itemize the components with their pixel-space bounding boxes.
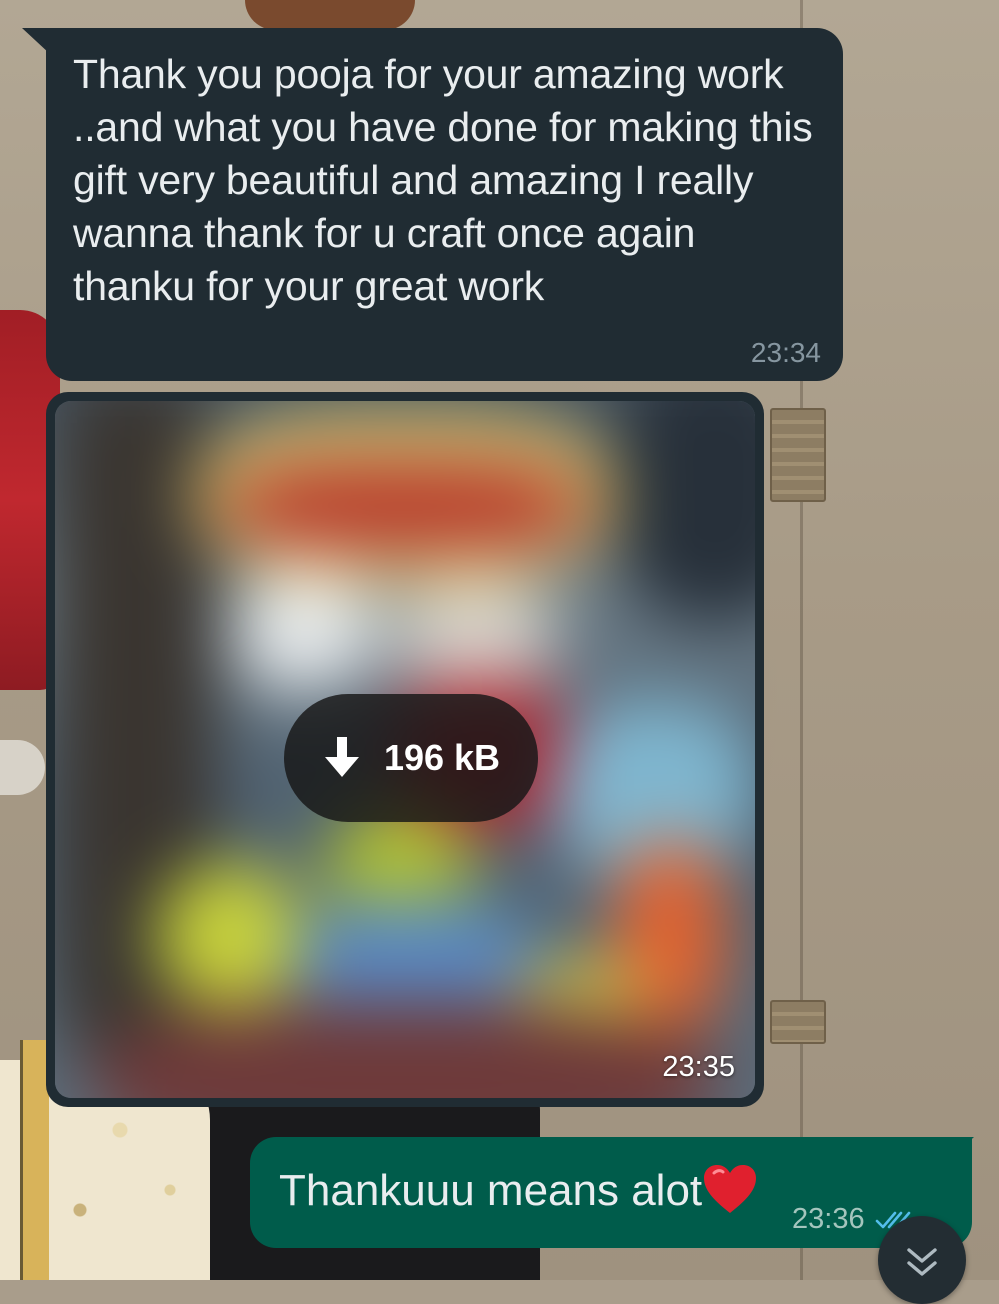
wallpaper-detail: [245, 0, 415, 30]
message-timestamp: 23:34: [750, 337, 821, 368]
message-timestamp: 23:36: [792, 1203, 865, 1235]
double-chevron-down-icon: [907, 1248, 937, 1276]
wallpaper-detail: [770, 408, 826, 502]
wallpaper-detail: [20, 1040, 49, 1280]
incoming-message-bubble[interactable]: Thank you pooja for your amazing work ..…: [46, 28, 843, 381]
message-text: Thank you pooja for your amazing work ..…: [73, 51, 813, 309]
incoming-image-message[interactable]: 196 kB 23:35: [46, 392, 764, 1107]
download-size: 196 kB: [383, 737, 501, 778]
wallpaper-detail: [0, 740, 45, 795]
download-image-button[interactable]: 196 kB: [284, 694, 538, 822]
message-timestamp: 23:35: [662, 1051, 735, 1083]
wallpaper-detail: [770, 1000, 826, 1044]
blurred-image-preview[interactable]: 196 kB 23:35: [55, 401, 755, 1098]
message-text: Thankuuu means alot: [279, 1166, 703, 1215]
download-arrow-icon: [324, 737, 359, 777]
scroll-to-bottom-button[interactable]: [878, 1216, 966, 1304]
outgoing-message-bubble[interactable]: Thankuuu means alot 23:36: [250, 1137, 972, 1248]
red-heart-icon: [704, 1165, 757, 1213]
